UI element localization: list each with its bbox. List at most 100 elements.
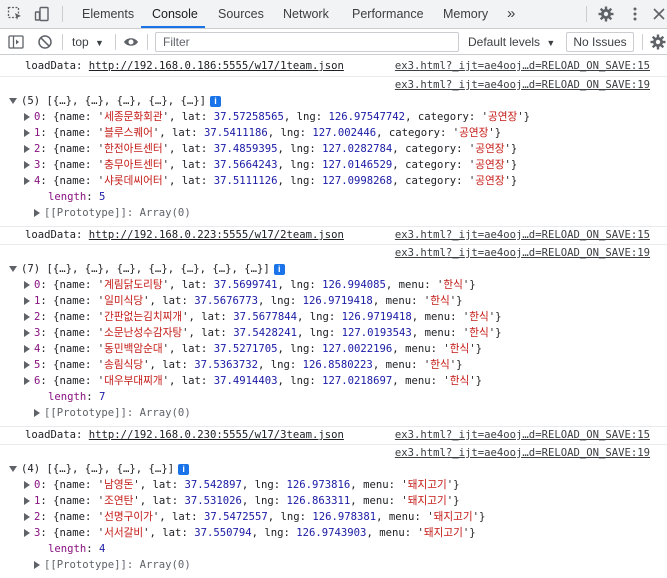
- expand-triangle-icon[interactable]: [24, 113, 30, 121]
- item-index: 4: [34, 343, 41, 355]
- tabbar-separator: [586, 6, 587, 22]
- tab-console[interactable]: Console: [152, 0, 198, 28]
- array-summary[interactable]: (4) [{…}, {…}, {…}, {…}] i: [0, 461, 667, 477]
- array-prototype[interactable]: [[Prototype]]: Array(0): [0, 205, 667, 221]
- item-lng: 126.9743903: [296, 527, 367, 539]
- log-levels-dropdown[interactable]: Default levels ▼: [468, 29, 555, 55]
- list-item[interactable]: 3: {name: '소문난성수감자탕', lat: 37.5428241, l…: [0, 325, 667, 341]
- console-toolbar: top ▼ Filter Default levels ▼ No Issues: [0, 29, 667, 55]
- clear-console-icon[interactable]: [37, 34, 53, 50]
- eye-icon[interactable]: [123, 34, 139, 50]
- tab-sources[interactable]: Sources: [218, 0, 264, 28]
- gear-icon[interactable]: [598, 6, 614, 22]
- more-options-icon[interactable]: [627, 6, 643, 22]
- item-lat: 37.57258565: [213, 111, 284, 123]
- devtools-tabbar: Elements Console Sources Network Perform…: [0, 0, 667, 29]
- list-item[interactable]: 2: {name: '한전아트센터', lat: 37.4859395, lng…: [0, 141, 667, 157]
- source-link[interactable]: ex3.html?_ijt=ae4ooj…d=RELOAD_ON_SAVE:15: [395, 58, 650, 74]
- list-item[interactable]: 4: {name: '샤롯데씨어터', lat: 37.5111126, lng…: [0, 173, 667, 189]
- item-name: 선명구이가: [104, 511, 153, 523]
- expand-triangle-icon[interactable]: [24, 345, 30, 353]
- json-url-link[interactable]: http://192.168.0.223:5555/w17/2team.json: [89, 229, 344, 241]
- expand-triangle-icon[interactable]: [24, 497, 30, 505]
- list-item[interactable]: 4: {name: '동민백암순대', lat: 37.5271705, lng…: [0, 341, 667, 357]
- item-index: 5: [34, 359, 41, 371]
- json-url-link[interactable]: http://192.168.0.186:5555/w17/1team.json: [89, 60, 344, 72]
- more-tabs-button[interactable]: »: [507, 0, 515, 28]
- expand-triangle-icon[interactable]: [24, 161, 30, 169]
- expand-triangle-icon[interactable]: [9, 98, 17, 104]
- item-index: 2: [34, 143, 41, 155]
- item-name: 동민백암순대: [104, 343, 163, 355]
- expand-triangle-icon[interactable]: [24, 329, 30, 337]
- tab-network[interactable]: Network: [283, 0, 329, 28]
- expand-triangle-icon[interactable]: [24, 529, 30, 537]
- expand-triangle-icon[interactable]: [24, 481, 30, 489]
- inspect-element-icon[interactable]: [7, 6, 23, 22]
- issues-button[interactable]: No Issues: [566, 32, 634, 52]
- item-lat: 37.531026: [184, 495, 242, 507]
- expand-triangle-icon[interactable]: [24, 145, 30, 153]
- device-toolbar-icon[interactable]: [34, 6, 50, 22]
- tab-memory[interactable]: Memory: [443, 0, 488, 28]
- expand-triangle-icon[interactable]: [34, 209, 40, 217]
- filter-input[interactable]: Filter: [155, 32, 459, 52]
- array-prototype[interactable]: [[Prototype]]: Array(0): [0, 405, 667, 421]
- expand-triangle-icon[interactable]: [24, 177, 30, 185]
- item-name: 충무아트센터: [104, 159, 163, 171]
- item-key: menu: [424, 327, 451, 339]
- item-index: 0: [34, 279, 41, 291]
- list-item[interactable]: 3: {name: '서서갈비', lat: 37.550794, lng: 1…: [0, 525, 667, 541]
- context-selector[interactable]: top ▼: [72, 29, 104, 55]
- list-item[interactable]: 0: {name: '남영돈', lat: 37.542897, lng: 12…: [0, 477, 667, 493]
- item-name: 소문난성수감자탕: [104, 327, 183, 339]
- expand-triangle-icon[interactable]: [24, 281, 30, 289]
- source-link[interactable]: ex3.html?_ijt=ae4ooj…d=RELOAD_ON_SAVE:19: [395, 77, 650, 93]
- source-link[interactable]: ex3.html?_ijt=ae4ooj…d=RELOAD_ON_SAVE:19: [395, 245, 650, 261]
- item-name: 서서갈비: [104, 527, 144, 539]
- json-url-link[interactable]: http://192.168.0.230:5555/w17/3team.json: [89, 429, 344, 441]
- sidebar-toggle-icon[interactable]: [8, 34, 24, 50]
- list-item[interactable]: 6: {name: '대우부대찌개', lat: 37.4914403, lng…: [0, 373, 667, 389]
- item-other: 공연장: [475, 143, 505, 155]
- source-link[interactable]: ex3.html?_ijt=ae4ooj…d=RELOAD_ON_SAVE:15: [395, 227, 650, 243]
- expand-triangle-icon[interactable]: [24, 297, 30, 305]
- toolbar-separator: [147, 34, 148, 50]
- expand-triangle-icon[interactable]: [34, 561, 40, 569]
- list-item[interactable]: 0: {name: '세종문화회관', lat: 37.57258565, ln…: [0, 109, 667, 125]
- list-item[interactable]: 2: {name: '간판없는김치찌개', lat: 37.5677844, l…: [0, 309, 667, 325]
- item-lat: 37.5676773: [194, 295, 258, 307]
- tab-performance[interactable]: Performance: [352, 0, 424, 28]
- expand-triangle-icon[interactable]: [24, 361, 30, 369]
- source-link[interactable]: ex3.html?_ijt=ae4ooj…d=RELOAD_ON_SAVE:15: [395, 427, 650, 443]
- source-link[interactable]: ex3.html?_ijt=ae4ooj…d=RELOAD_ON_SAVE:19: [395, 445, 650, 461]
- list-item[interactable]: 1: {name: '블루스퀘어', lat: 37.5411186, lng:…: [0, 125, 667, 141]
- item-lng: 127.0998268: [322, 175, 393, 187]
- expand-triangle-icon[interactable]: [24, 129, 30, 137]
- tab-elements[interactable]: Elements: [82, 0, 134, 28]
- log-label: loadData:: [25, 229, 83, 241]
- expand-triangle-icon[interactable]: [9, 466, 17, 472]
- expand-triangle-icon[interactable]: [24, 513, 30, 521]
- list-item[interactable]: 2: {name: '선명구이가', lat: 37.5472557, lng:…: [0, 509, 667, 525]
- array-prototype[interactable]: [[Prototype]]: Array(0): [0, 557, 667, 573]
- list-item[interactable]: 3: {name: '충무아트센터', lat: 37.5664243, lng…: [0, 157, 667, 173]
- length-value: 7: [99, 391, 106, 403]
- list-item[interactable]: 1: {name: '일미식당', lat: 37.5676773, lng: …: [0, 293, 667, 309]
- item-name: 블루스퀘어: [104, 127, 153, 139]
- list-item[interactable]: 5: {name: '송림식당', lat: 37.5363732, lng: …: [0, 357, 667, 373]
- array-summary[interactable]: (7) [{…}, {…}, {…}, {…}, {…}, {…}, {…}] i: [0, 261, 667, 277]
- close-icon[interactable]: [651, 6, 667, 22]
- item-other: 한식: [449, 343, 470, 355]
- item-lat: 37.5271705: [213, 343, 278, 355]
- length-value: 4: [99, 543, 106, 555]
- list-item[interactable]: 1: {name: '조연탄', lat: 37.531026, lng: 12…: [0, 493, 667, 509]
- console-message: ex3.html?_ijt=ae4ooj…d=RELOAD_ON_SAVE:19: [0, 444, 667, 461]
- expand-triangle-icon[interactable]: [24, 313, 30, 321]
- list-item[interactable]: 0: {name: '계림닭도리탕', lat: 37.5699741, lng…: [0, 277, 667, 293]
- array-summary[interactable]: (5) [{…}, {…}, {…}, {…}, {…}] i: [0, 93, 667, 109]
- expand-triangle-icon[interactable]: [24, 377, 30, 385]
- gear-icon[interactable]: [650, 34, 666, 50]
- expand-triangle-icon[interactable]: [9, 266, 17, 272]
- expand-triangle-icon[interactable]: [34, 409, 40, 417]
